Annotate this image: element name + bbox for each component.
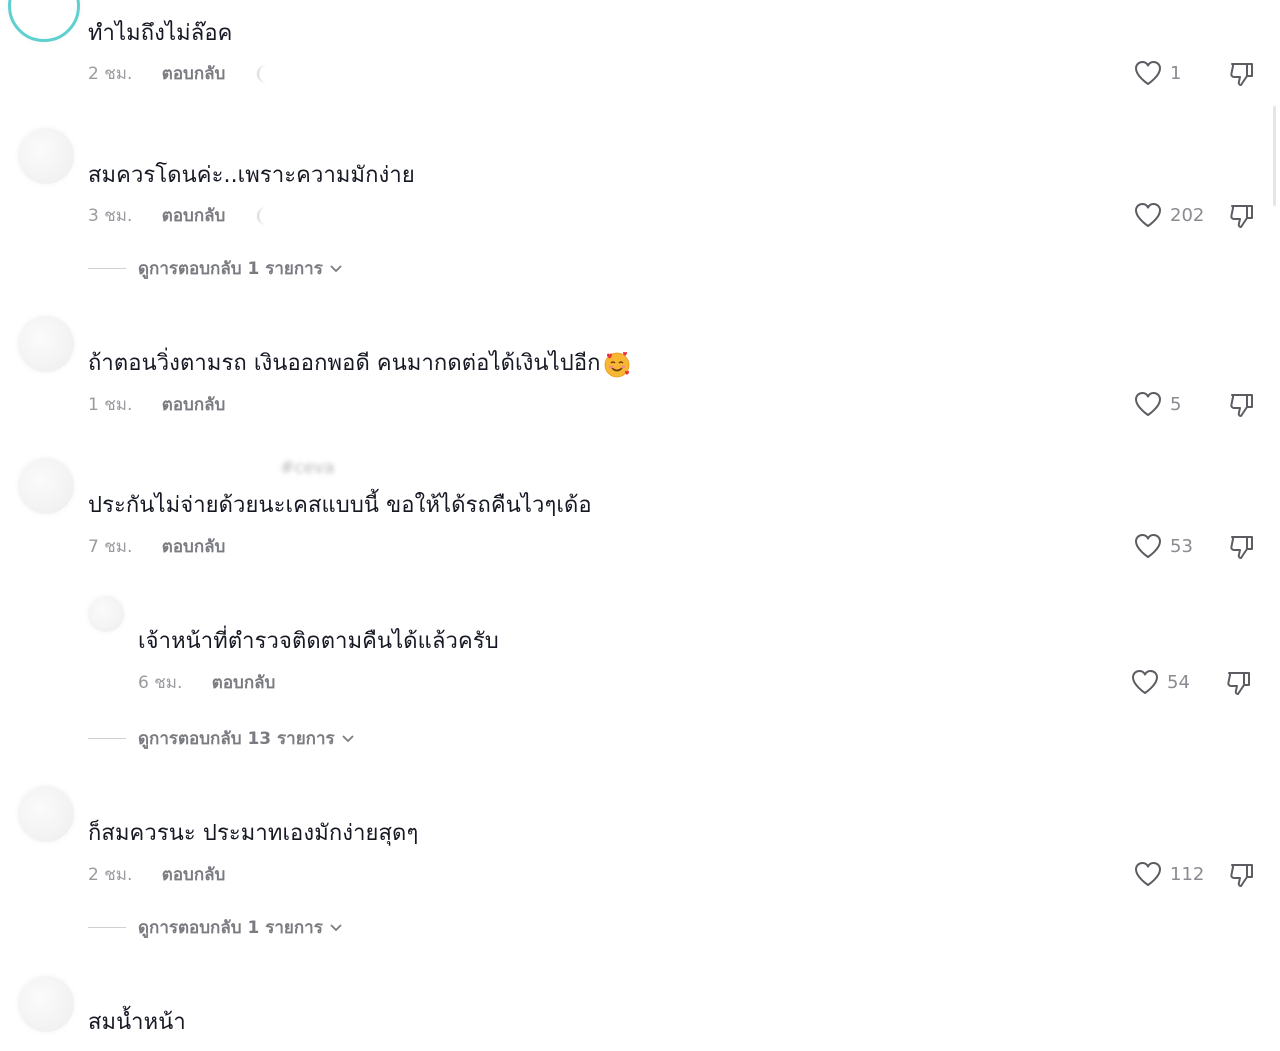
dislike-button[interactable] [1228, 533, 1256, 565]
dislike-button[interactable] [1228, 60, 1256, 92]
dislike-button[interactable] [1228, 861, 1256, 893]
like-button[interactable]: 1 [1134, 60, 1181, 86]
view-replies-button[interactable]: ดูการตอบกลับ 1 รายการ [88, 914, 343, 941]
avatar[interactable] [18, 976, 74, 1032]
heart-outline-icon [1135, 534, 1161, 558]
like-count: 53 [1170, 535, 1193, 557]
comment-text-body: ถ้าตอนวิ่งตามรถ เงินออกพอดี คนมากดต่อได้… [88, 351, 601, 376]
view-replies-button[interactable]: ดูการตอบกลับ 13 รายการ [88, 725, 355, 752]
comment-time: 1 ชม. [88, 395, 133, 415]
comment-meta: 7 ชม. ตอบกลับ [88, 536, 225, 558]
dislike-button[interactable] [1225, 669, 1253, 701]
heart-outline-icon [1135, 392, 1161, 416]
avatar[interactable] [18, 786, 74, 842]
comment-text: ก็สมควรนะ ประมาทเองมักง่ายสุดๆ [88, 821, 419, 846]
chevron-down-icon [342, 734, 354, 742]
comment-time: 6 ชม. [138, 673, 183, 693]
comment-time: 3 ชม. [88, 206, 133, 226]
view-replies-button[interactable]: ดูการตอบกลับ 1 รายการ [88, 255, 343, 282]
smiling-face-with-hearts-emoji [604, 351, 629, 378]
avatar[interactable] [18, 458, 74, 514]
like-button[interactable]: 53 [1134, 533, 1193, 559]
comment-text: สมควรโดนค่ะ..เพราะความมักง่าย [88, 163, 415, 188]
divider [88, 268, 126, 269]
reply-button[interactable]: ตอบกลับ [162, 64, 226, 84]
avatar[interactable] [18, 128, 74, 184]
heart-outline-icon [1135, 862, 1161, 886]
reply-button[interactable]: ตอบกลับ [212, 673, 276, 693]
reply-button[interactable]: ตอบกลับ [162, 395, 226, 415]
comment-time: 2 ชม. [88, 64, 133, 84]
like-button[interactable]: 202 [1134, 202, 1204, 228]
comment-text: สมน้ำหน้า [88, 1010, 186, 1035]
comment-text: ทำไมถึงไม่ล๊อค [88, 21, 233, 46]
loading-icon [256, 65, 277, 83]
comment-text: เจ้าหน้าที่ตำรวจติดตามคืนได้แล้วครับ [138, 629, 499, 654]
comment-time: 2 ชม. [88, 865, 133, 885]
heart-outline-icon [1135, 203, 1161, 227]
like-count: 5 [1170, 393, 1182, 415]
comment-username[interactable]: #ceva [280, 458, 335, 478]
comment-meta: 3 ชม. ตอบกลับ [88, 205, 277, 227]
loading-icon [256, 207, 277, 225]
comment-text: ประกันไม่จ่ายด้วยนะเคสแบบนี้ ขอให้ได้รถค… [88, 493, 592, 518]
heart-outline-icon [1132, 670, 1158, 694]
like-count: 1 [1170, 62, 1182, 84]
chevron-down-icon [330, 923, 342, 931]
comment-meta: 6 ชม. ตอบกลับ [138, 672, 275, 694]
avatar[interactable] [88, 596, 124, 632]
chevron-down-icon [330, 264, 342, 272]
thumbs-down-outline-icon [1230, 536, 1253, 559]
like-button[interactable]: 5 [1134, 391, 1181, 417]
like-count: 202 [1170, 204, 1205, 226]
avatar[interactable] [18, 316, 74, 372]
divider [88, 927, 126, 928]
scrollbar[interactable] [1273, 106, 1276, 206]
thumbs-down-outline-icon [1230, 394, 1253, 417]
view-replies-label: ดูการตอบกลับ 1 รายการ [138, 259, 323, 279]
view-replies-label: ดูการตอบกลับ 1 รายการ [138, 918, 323, 938]
like-button[interactable]: 112 [1134, 861, 1204, 887]
thumbs-down-outline-icon [1230, 864, 1253, 887]
thumbs-down-outline-icon [1227, 672, 1250, 695]
heart-outline-icon [1135, 61, 1161, 85]
reply-button[interactable]: ตอบกลับ [162, 206, 226, 226]
thumbs-down-outline-icon [1230, 205, 1253, 228]
like-count: 112 [1170, 863, 1205, 885]
like-button[interactable]: 54 [1131, 669, 1190, 695]
comment-time: 7 ชม. [88, 537, 133, 557]
comment-meta: 2 ชม. ตอบกลับ [88, 63, 277, 85]
avatar[interactable] [8, 0, 80, 42]
comment-meta: 2 ชม. ตอบกลับ [88, 864, 225, 886]
dislike-button[interactable] [1228, 391, 1256, 423]
reply-button[interactable]: ตอบกลับ [162, 865, 226, 885]
divider [88, 738, 126, 739]
dislike-button[interactable] [1228, 202, 1256, 234]
like-count: 54 [1167, 671, 1190, 693]
thumbs-down-outline-icon [1230, 63, 1253, 86]
view-replies-label: ดูการตอบกลับ 13 รายการ [138, 729, 335, 749]
comment-text: ถ้าตอนวิ่งตามรถ เงินออกพอดี คนมากดต่อได้… [88, 350, 631, 378]
reply-button[interactable]: ตอบกลับ [162, 537, 226, 557]
comment-meta: 1 ชม. ตอบกลับ [88, 394, 225, 416]
